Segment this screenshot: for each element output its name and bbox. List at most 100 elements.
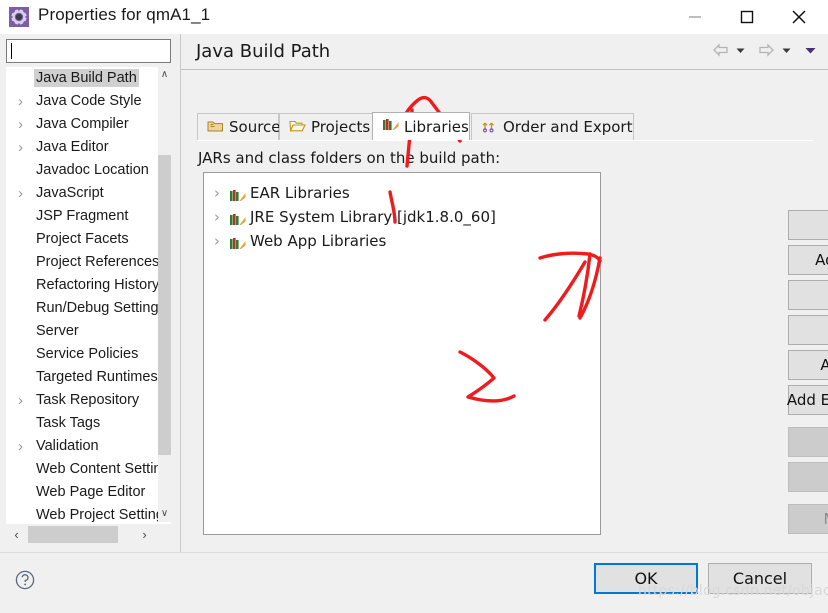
back-arrow-icon[interactable] (709, 43, 732, 57)
library-action-buttons: Add JARs... Add External JARs... Add Varia… (787, 210, 828, 539)
libraries-list[interactable]: EAR Libraries JRE System Library [jdk1.8.… (203, 172, 601, 535)
sidebar-item[interactable]: Task Repository (6, 389, 158, 412)
tab-panel-top-edge (197, 140, 813, 141)
tree-expand-chevron-icon[interactable] (18, 90, 30, 113)
edit-button: Edit... (788, 427, 828, 457)
source-folder-icon (207, 118, 224, 137)
properties-gear-icon (8, 6, 30, 28)
library-item-label: JRE System Library [jdk1.8.0_60] (250, 208, 496, 226)
sidebar-item-label: Task Repository (36, 392, 140, 408)
forward-arrow-icon[interactable] (755, 43, 778, 57)
sidebar-item-label: Web Page Editor (36, 484, 146, 500)
add-external-jars-button[interactable]: Add External JARs... (788, 245, 828, 275)
sidebar-item-label: Web Content Settings (36, 461, 158, 477)
library-books-icon (229, 186, 246, 201)
library-list-item[interactable]: EAR Libraries (204, 181, 600, 205)
remove-button: Remove (788, 462, 828, 492)
libraries-books-icon (382, 117, 399, 136)
project-folder-icon (289, 118, 306, 137)
add-jars-button[interactable]: Add JARs... (788, 210, 828, 240)
sidebar-item[interactable]: Web Project Settings (6, 504, 158, 522)
sidebar-item[interactable]: JavaScript (6, 182, 158, 205)
tab-label: Projects (311, 118, 371, 136)
sidebar-item[interactable]: Project References (6, 251, 158, 274)
library-expand-chevron-icon[interactable] (214, 181, 226, 205)
tab-label: Libraries (404, 117, 469, 136)
help-question-icon[interactable] (14, 569, 36, 591)
tree-horizontal-scrollbar[interactable]: ‹ › (6, 524, 171, 545)
sidebar-item[interactable]: Validation (6, 435, 158, 458)
section-label: JARs and class folders on the build path… (198, 149, 501, 167)
scroll-down-arrow[interactable]: ∨ (158, 506, 171, 522)
forward-dropdown-icon[interactable] (778, 45, 795, 56)
sidebar-item[interactable]: Project Facets (6, 228, 158, 251)
sidebar-item[interactable]: Web Content Settings (6, 458, 158, 481)
button-label: Add External JARs... (815, 251, 828, 269)
add-library-button[interactable]: Add Library... (788, 315, 828, 345)
vertical-scroll-thumb[interactable] (158, 155, 171, 455)
tab-source[interactable]: Source (197, 113, 281, 140)
sidebar-item[interactable]: Refactoring History (6, 274, 158, 297)
pane-header: Java Build Path (181, 34, 828, 70)
tab-libraries[interactable]: Libraries (372, 112, 470, 140)
tree-vertical-scrollbar[interactable]: ∧ ∨ (158, 67, 171, 522)
filter-input[interactable] (7, 40, 170, 62)
sidebar-item[interactable]: Java Build Path (6, 67, 158, 90)
sidebar-item-label: Java Code Style (36, 93, 142, 109)
sidebar-item[interactable]: Server (6, 320, 158, 343)
horizontal-scroll-thumb[interactable] (28, 526, 118, 543)
sidebar-item[interactable]: Run/Debug Settings (6, 297, 158, 320)
view-menu-dropdown-icon[interactable] (801, 45, 820, 56)
sidebar-item[interactable]: Javadoc Location (6, 159, 158, 182)
tab-order-and-export[interactable]: Order and Export (471, 113, 634, 140)
tree-expand-chevron-icon[interactable] (18, 435, 30, 458)
sidebar-item-label: Java Compiler (36, 116, 129, 132)
maximize-button[interactable] (724, 0, 770, 34)
library-item-label: EAR Libraries (250, 184, 350, 202)
library-list-item[interactable]: Web App Libraries (204, 229, 600, 253)
sidebar-item[interactable]: Java Code Style (6, 90, 158, 113)
sidebar-item[interactable]: Web Page Editor (6, 481, 158, 504)
scroll-up-arrow[interactable]: ∧ (158, 67, 171, 83)
scroll-right-arrow[interactable]: › (136, 524, 153, 545)
sidebar-item[interactable]: Service Policies (6, 343, 158, 366)
page-title: Java Build Path (196, 41, 331, 62)
library-expand-chevron-icon[interactable] (214, 229, 226, 253)
tab-strip[interactable]: Source Projects Libraries Order and Export (197, 112, 813, 140)
sidebar-item-label: Project References (36, 254, 158, 270)
tab-projects[interactable]: Projects (279, 113, 373, 140)
sidebar-item[interactable]: Targeted Runtimes (6, 366, 158, 389)
tree-expand-chevron-icon[interactable] (18, 182, 30, 205)
library-expand-chevron-icon[interactable] (214, 205, 226, 229)
library-list-item[interactable]: JRE System Library [jdk1.8.0_60] (204, 205, 600, 229)
button-label: Add Class Folder... (820, 356, 828, 374)
sidebar-item-label: JavaScript (36, 185, 104, 201)
pane-navigation (709, 43, 820, 57)
tree-expand-chevron-icon[interactable] (18, 389, 30, 412)
filter-text-box[interactable] (6, 39, 171, 63)
sidebar-item-label: Validation (36, 438, 99, 454)
tree-expand-chevron-icon[interactable] (18, 136, 30, 159)
sidebar-item[interactable]: Java Editor (6, 136, 158, 159)
sidebar-item-label: Task Tags (36, 415, 101, 431)
close-button[interactable] (776, 0, 822, 34)
sidebar-item-label: Javadoc Location (36, 162, 149, 178)
sidebar-item[interactable]: JSP Fragment (6, 205, 158, 228)
tree-expand-chevron-icon[interactable] (18, 113, 30, 136)
window-titlebar: Properties for qmA1_1 (0, 0, 828, 34)
properties-dialog: Properties for qmA1_1 Java Build PathJav… (0, 0, 828, 613)
minimize-button[interactable] (672, 0, 718, 34)
sidebar-item[interactable]: Java Compiler (6, 113, 158, 136)
back-dropdown-icon[interactable] (732, 45, 749, 56)
sidebar-item-label: Java Editor (36, 139, 109, 155)
dialog-body: Java Build Path Java Code Style Java Compi… (0, 34, 828, 552)
scroll-left-arrow[interactable]: ‹ (8, 524, 25, 545)
sidebar-item-label: Targeted Runtimes (36, 369, 158, 385)
add-variable-button[interactable]: Add Variable... (788, 280, 828, 310)
sidebar-item[interactable]: Task Tags (6, 412, 158, 435)
settings-tree[interactable]: Java Build Path Java Code Style Java Compi… (6, 67, 158, 522)
add-external-class-folder-button[interactable]: Add External Class Folder... (787, 385, 828, 415)
add-class-folder-button[interactable]: Add Class Folder... (788, 350, 828, 380)
sidebar-item-label: Server (36, 323, 79, 339)
tab-label: Source (229, 118, 281, 136)
